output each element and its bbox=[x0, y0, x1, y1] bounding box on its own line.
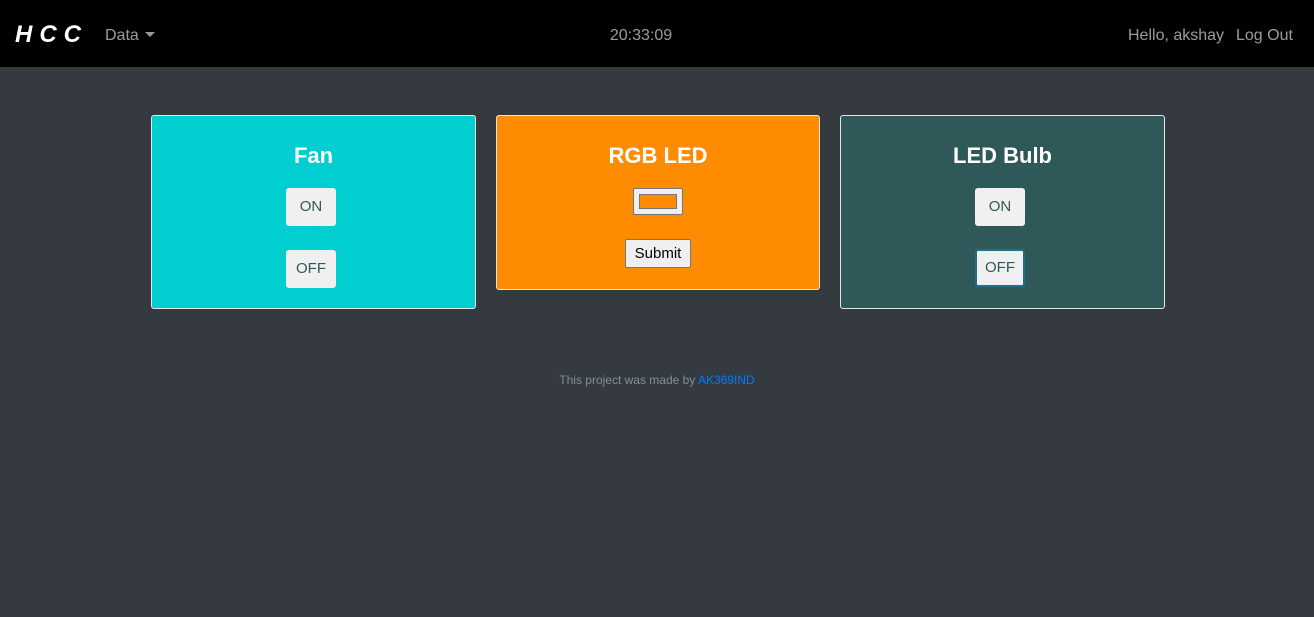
user-greeting: Hello, akshay bbox=[1128, 27, 1225, 44]
fan-on-button[interactable]: ON bbox=[286, 188, 336, 226]
footer-text: This project was made by bbox=[559, 373, 699, 387]
rgb-color-picker[interactable] bbox=[633, 188, 683, 215]
rgb-submit-button[interactable]: Submit bbox=[625, 239, 691, 268]
logout-link[interactable]: Log Out bbox=[1236, 26, 1293, 46]
footer-credit: This project was made by AK369IND bbox=[0, 372, 1314, 388]
led-bulb-off-button[interactable]: OFF bbox=[975, 249, 1025, 287]
color-swatch bbox=[639, 194, 677, 209]
rgb-led-card-title: RGB LED bbox=[608, 143, 708, 168]
top-navbar: HCC Data 20:33:09 Hello, akshay Log Out bbox=[0, 0, 1314, 67]
led-bulb-on-button[interactable]: ON bbox=[975, 188, 1025, 226]
fan-card-title: Fan bbox=[293, 143, 334, 168]
clock-display: 20:33:09 bbox=[609, 27, 673, 44]
author-link[interactable]: AK369IND bbox=[698, 373, 755, 387]
led-bulb-card-title: LED Bulb bbox=[953, 143, 1052, 168]
fan-off-button[interactable]: OFF bbox=[286, 250, 336, 288]
